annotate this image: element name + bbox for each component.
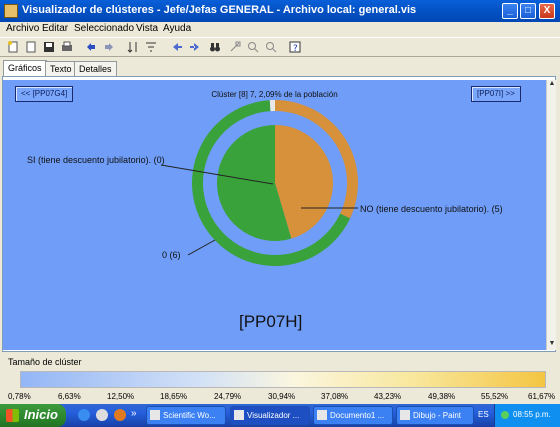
title-bar[interactable]: Visualizador de clústeres - Jefe/Jefas G… (0, 0, 560, 22)
legend-ticks: 0,78% 6,63% 12,50% 18,65% 24,79% 30,94% … (0, 392, 560, 404)
menu-ayuda[interactable]: Ayuda (163, 23, 191, 34)
sort-icon[interactable] (126, 40, 140, 54)
language-indicator[interactable]: ES (478, 410, 489, 419)
outer-ring-slice-si (269, 100, 275, 112)
zoom-out-icon[interactable] (264, 40, 278, 54)
menu-vista[interactable]: Vista (136, 23, 158, 34)
legend-tick: 12,50% (107, 392, 135, 401)
task-documento[interactable]: Documento1 ... (313, 406, 393, 425)
task-label: Scientific Wo... (163, 411, 216, 420)
task-label: Documento1 ... (330, 411, 385, 420)
cluster-plot: << [PP07G4] [PP07I] >> Clúster [8] 7, 2,… (3, 80, 546, 350)
quicklaunch-chevron[interactable]: » (131, 408, 137, 419)
cluster-size-gradient (20, 371, 546, 388)
save-icon[interactable] (42, 40, 56, 54)
legend-tick: 43,23% (374, 392, 402, 401)
start-label: Inicio (24, 407, 58, 422)
new-icon[interactable] (6, 40, 20, 54)
legend-tick: 0,78% (8, 392, 31, 401)
task-paint[interactable]: Dibujo - Paint (396, 406, 474, 425)
minimize-button[interactable]: _ (502, 3, 518, 19)
firefox-icon[interactable] (114, 409, 126, 421)
label-zero: 0 (6) (162, 250, 181, 260)
tray-icon[interactable] (501, 411, 509, 419)
legend-tick: 24,79% (214, 392, 242, 401)
legend-title: Tamaño de clúster (8, 357, 82, 367)
legend-tick: 61,67% (528, 392, 556, 401)
binoculars-icon[interactable] (208, 40, 222, 54)
app-window: Visualizador de clústeres - Jefe/Jefas G… (0, 0, 560, 404)
taskbar: Inicio » Scientific Wo... Visualizador .… (0, 404, 560, 427)
tab-graficos[interactable]: Gráficos (3, 60, 47, 77)
task-scientific[interactable]: Scientific Wo... (146, 406, 226, 425)
svg-text:?: ? (293, 44, 298, 53)
select-icon[interactable] (228, 40, 242, 54)
help-icon[interactable]: ? (288, 40, 302, 54)
legend-tick: 6,63% (58, 392, 81, 401)
arrow-left-icon[interactable] (170, 40, 184, 54)
task-label: Dibujo - Paint (413, 411, 462, 420)
open-icon[interactable] (24, 40, 38, 54)
system-tray: 08:55 p.m. (494, 404, 560, 427)
label-no: NO (tiene descuento jubilatorio). (5) (360, 204, 503, 214)
tab-texto[interactable]: Texto (45, 61, 77, 76)
redo-icon[interactable] (102, 40, 116, 54)
legend-tick: 55,52% (481, 392, 509, 401)
word-icon (317, 410, 327, 420)
tab-detalles[interactable]: Detalles (74, 61, 117, 76)
app-icon (234, 410, 244, 420)
zoom-in-icon[interactable] (246, 40, 260, 54)
label-si: SI (tiene descuento jubilatorio). (0) (27, 155, 165, 165)
windows-flag-icon (6, 409, 19, 422)
paint-icon (400, 410, 410, 420)
cluster-name: [PP07H] (239, 312, 303, 331)
leader-line-zero (187, 239, 216, 256)
cluster-pie-chart (160, 100, 358, 266)
legend-tick: 49,38% (428, 392, 456, 401)
maximize-button[interactable]: □ (520, 3, 536, 19)
scroll-up-icon[interactable]: ▲ (547, 80, 557, 90)
app-icon (150, 410, 160, 420)
menu-editar[interactable]: Editar (42, 23, 68, 34)
print-icon[interactable] (60, 40, 74, 54)
legend-tick: 37,08% (321, 392, 349, 401)
toolbar: ? (0, 37, 560, 57)
menu-seleccionado[interactable]: Seleccionado (74, 23, 134, 34)
menu-bar: Archivo Editar Seleccionado Vista Ayuda (0, 22, 560, 36)
app-icon (4, 4, 18, 18)
legend-tick: 30,94% (268, 392, 296, 401)
window-title: Visualizador de clústeres - Jefe/Jefas G… (22, 4, 417, 16)
desktop-icon[interactable] (96, 409, 108, 421)
ie-icon[interactable] (78, 409, 90, 421)
close-button[interactable]: X (539, 3, 555, 19)
task-label: Visualizador ... (247, 411, 300, 420)
start-button[interactable]: Inicio (0, 404, 66, 427)
arrow-right-icon[interactable] (188, 40, 202, 54)
filter-icon[interactable] (144, 40, 158, 54)
clock: 08:55 p.m. (513, 410, 551, 419)
vertical-scrollbar[interactable]: ▲ ▼ (546, 80, 556, 350)
legend-tick: 18,65% (160, 392, 188, 401)
menu-archivo[interactable]: Archivo (6, 23, 39, 34)
tab-strip: Gráficos Texto Detalles (0, 60, 560, 77)
undo-icon[interactable] (84, 40, 98, 54)
task-visualizador[interactable]: Visualizador ... (230, 406, 310, 425)
scroll-down-icon[interactable]: ▼ (547, 340, 557, 350)
